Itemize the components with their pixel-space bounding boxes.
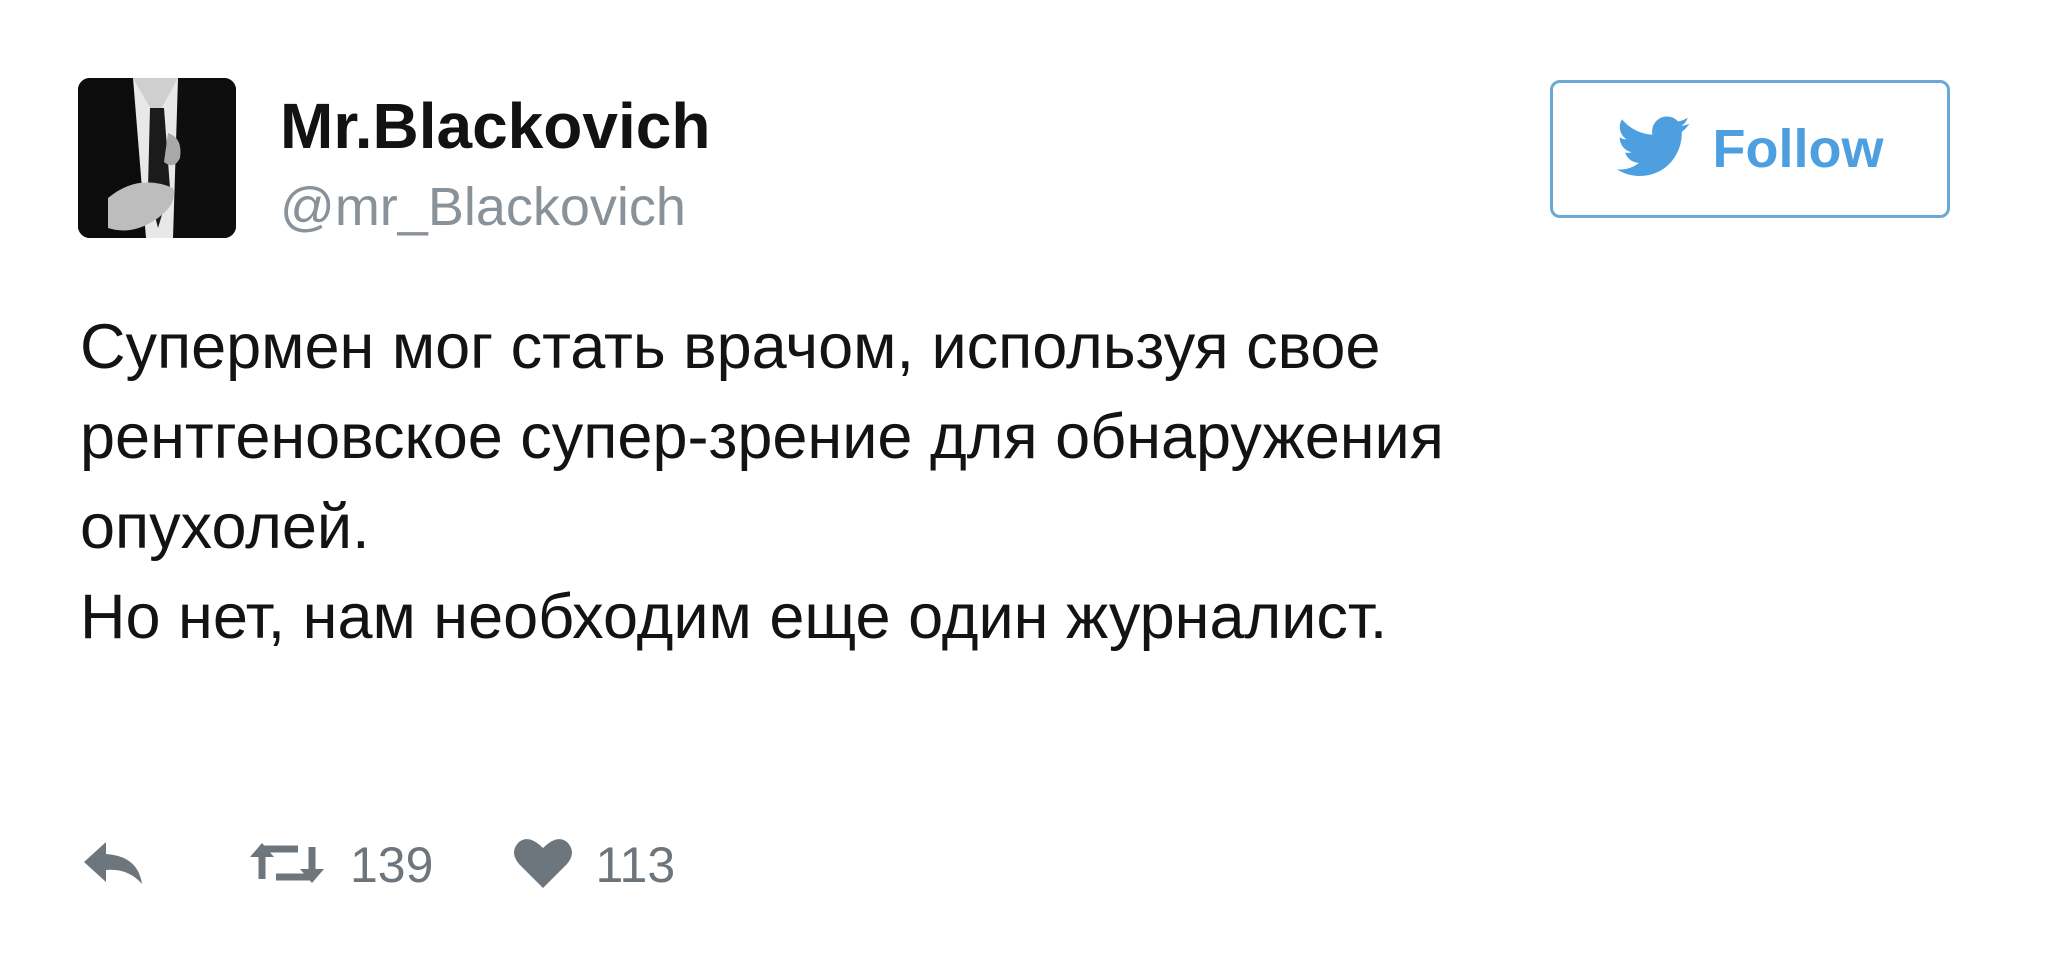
heart-icon (513, 836, 573, 895)
tweet-text: Супермен мог стать врачом, используя сво… (80, 302, 1880, 662)
retweet-count: 139 (350, 837, 434, 893)
tweet-text-line: рентгеновское супер-зрение для обнаружен… (80, 402, 1444, 472)
avatar[interactable] (78, 78, 236, 238)
like-button[interactable]: 113 (513, 836, 675, 895)
author-display-name[interactable]: Mr.Blackovich (280, 86, 710, 166)
twitter-bird-icon (1616, 115, 1691, 183)
author-handle[interactable]: @mr_Blackovich (280, 172, 710, 242)
like-count: 113 (595, 837, 676, 893)
tweet-actions: 139 113 (80, 830, 675, 900)
tweet-card: Mr.Blackovich @mr_Blackovich Follow Супе… (0, 0, 2048, 975)
avatar-image (78, 78, 236, 238)
tweet-text-line: Супермен мог стать врачом, используя сво… (80, 312, 1381, 382)
reply-icon (80, 838, 146, 893)
tweet-text-line: опухолей. (80, 492, 370, 562)
user-info: Mr.Blackovich @mr_Blackovich (280, 86, 710, 242)
tweet-text-line: Но нет, нам необходим еще один журналист… (80, 582, 1388, 652)
retweet-button[interactable]: 139 (246, 836, 433, 894)
reply-button[interactable] (80, 838, 146, 893)
retweet-icon (246, 837, 328, 894)
follow-label: Follow (1712, 119, 1884, 179)
follow-button[interactable]: Follow (1550, 80, 1950, 218)
